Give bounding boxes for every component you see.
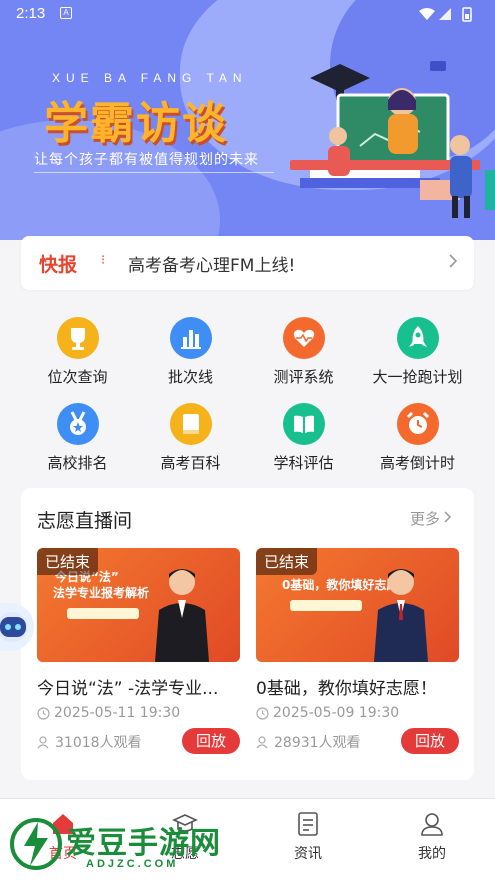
feature-label: 大一抢跑计划 [372,368,463,386]
banner-slogan: 让每个孩子都有被值得规划的未来 [34,152,259,168]
live-card-viewers: 28931人观看 [256,732,361,752]
feature-university-ranking[interactable]: 高校排名 [21,401,134,479]
nav-label: 我的 [418,846,446,862]
thumbnail-date-pill [67,608,139,619]
alarm-clock-icon [396,403,439,445]
app-notification-icon: A [60,7,72,19]
status-bar: 2:13 A [0,0,495,28]
clock-icon [256,706,269,720]
viewers-icon [256,735,268,748]
banner-title: 学霸访谈 [44,98,228,149]
watermark-text: 爱豆手游网 [66,826,221,861]
live-thumbnail[interactable]: 0基础，教你填好志愿 已结束 [256,548,459,662]
status-badge: 已结束 [256,548,318,575]
feature-label: 高校排名 [47,454,108,472]
chevron-right-icon [449,254,458,268]
news-tag-decoration: ⁝ [101,253,106,268]
feature-label: 高考倒计时 [379,454,455,472]
feature-label: 高考百科 [160,454,221,472]
nav-label: 资讯 [294,846,322,862]
live-card-title: 0基础，教你填好志愿！ [256,679,437,699]
live-card-viewers: 31018人观看 [37,732,142,752]
feature-gaokao-wiki[interactable]: 高考百科 [134,401,247,479]
replay-button[interactable]: 回放 [401,728,459,754]
book-icon [169,403,212,445]
live-card[interactable]: 0基础，教你填好志愿 已结束 0基础，教你填好志愿！ 2025-05-09 19… [256,548,459,754]
classroom-illustration [290,61,495,218]
viewers-text: 28931人观看 [274,735,361,751]
thumbnail-date-pill [290,600,362,611]
thumbnail-line: 法学专业报考解析 [53,586,150,600]
news-tag: 快报 [39,254,78,276]
feature-label: 批次线 [167,368,213,386]
feature-label: 测评系统 [273,368,334,386]
presenter-photo [155,569,209,662]
live-card-title: 今日说“法” -法学专业... [37,679,219,699]
presenter-photo [374,569,428,662]
feature-assessment[interactable]: 测评系统 [247,315,360,393]
nav-item-news[interactable]: 资讯 [273,811,343,863]
feature-subject-evaluation[interactable]: 学科评估 [247,401,360,479]
user-icon [421,813,443,836]
rocket-icon [396,317,439,359]
date-text: 2025-05-11 19:30 [54,705,181,721]
replay-button[interactable]: 回放 [182,728,240,754]
status-badge: 已结束 [37,548,99,575]
live-card[interactable]: 今日说“法” 法学专业报考解析 已结束 今日说“法” -法学专业... 2025… [37,548,240,754]
date-text: 2025-05-09 19:30 [273,705,400,721]
feature-countdown[interactable]: 高考倒计时 [361,401,474,479]
live-section: 志愿直播间 更多 今日说“法” 法学专业报考解析 已结束 今日说“法” -法学专… [21,488,474,780]
feature-label: 位次查询 [47,368,108,386]
feature-rank-query[interactable]: 位次查询 [21,315,134,393]
news-ticker[interactable]: 快报 ⁝ 高考备考心理FM上线! [21,236,474,290]
medal-icon [56,403,99,445]
feature-freshman-plan[interactable]: 大一抢跑计划 [361,315,474,393]
news-text: 高考备考心理FM上线! [128,256,296,276]
open-book-icon [282,403,325,445]
trophy-icon [56,317,99,359]
viewers-text: 31018人观看 [55,735,142,751]
hero-banner[interactable]: XUE BA FANG TAN 学霸访谈 让每个孩子都有被值得规划的未来 [0,0,495,240]
feature-grid: 位次查询 批次线 测评系统 大一抢跑计划 高校排名 高考百科 学科评估 高考倒计… [21,315,474,475]
clock-icon [37,706,50,720]
banner-divider [34,172,274,173]
live-thumbnail[interactable]: 今日说“法” 法学专业报考解析 已结束 [37,548,240,662]
heart-icon [282,317,325,359]
more-link[interactable]: 更多 [410,508,440,529]
bar-chart-icon [169,317,212,359]
feature-batch-line[interactable]: 批次线 [134,315,247,393]
watermark: 爱豆手游网 ADJZC.COM [8,812,258,876]
watermark-logo [10,818,62,870]
viewers-icon [37,735,49,748]
banner-pinyin: XUE BA FANG TAN [52,71,248,85]
live-card-date: 2025-05-11 19:30 [37,705,180,721]
live-section-title: 志愿直播间 [37,510,133,532]
chevron-right-icon [444,511,452,523]
watermark-url: ADJZC.COM [86,858,179,870]
nav-item-profile[interactable]: 我的 [397,811,467,863]
live-card-date: 2025-05-09 19:30 [256,705,399,721]
feature-label: 学科评估 [273,454,334,472]
document-icon [298,812,318,836]
status-time: 2:13 [16,5,46,22]
wifi-signal-battery-icon [419,7,472,22]
